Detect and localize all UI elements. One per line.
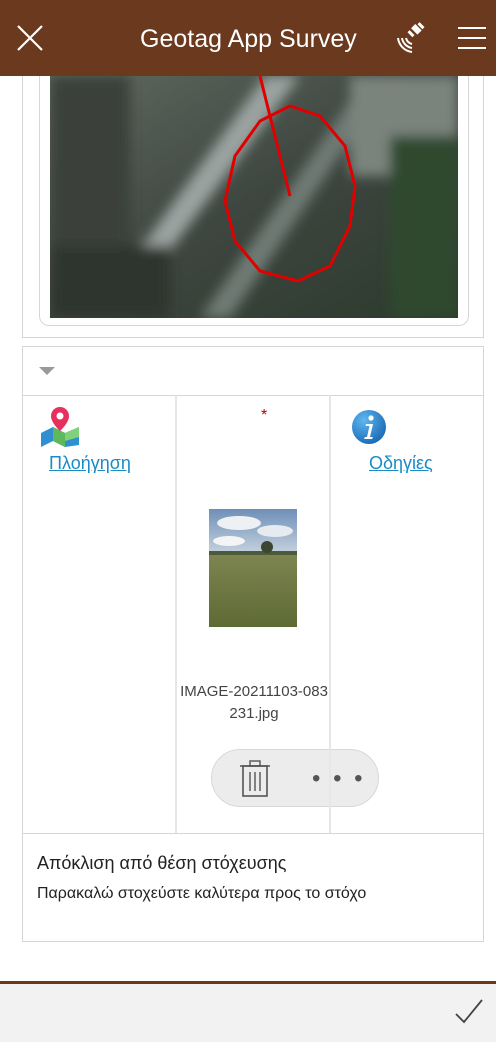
camera-preview-image — [50, 76, 458, 318]
required-marker: * — [261, 407, 268, 424]
field-photo-image — [209, 509, 297, 627]
satellite-gps-icon[interactable] — [396, 20, 430, 54]
info-icon[interactable] — [351, 409, 387, 445]
survey-grid-card: Πλοήγηση * IMAGE-20211103-083 231.jpg • … — [22, 346, 484, 942]
camera-preview — [50, 76, 458, 318]
app-title: Geotag App Survey — [140, 25, 357, 53]
map-pin-icon[interactable] — [39, 405, 81, 447]
validation-body: Παρακαλώ στοχεύστε καλύτερα προς το στόχ… — [37, 885, 367, 902]
hamburger-menu-icon[interactable] — [458, 26, 486, 50]
collapse-group-toggle[interactable] — [23, 347, 483, 396]
validation-message: Απόκλιση από θέση στόχευσης Παρακαλώ στο… — [23, 833, 483, 906]
close-icon[interactable] — [14, 22, 46, 54]
attachment-filename: IMAGE-20211103-083 231.jpg — [177, 681, 331, 725]
app-toolbar: Geotag App Survey — [0, 0, 496, 76]
attachment-thumbnail[interactable] — [209, 509, 297, 627]
validation-title: Απόκλιση από θέση στόχευσης — [37, 853, 287, 873]
navigation-link[interactable]: Πλοήγηση — [49, 453, 131, 474]
navigation-cell: Πλοήγηση — [23, 395, 177, 833]
footer-bar — [0, 984, 496, 1042]
instructions-cell: Οδηγίες — [331, 395, 483, 833]
attachment-filename-line1: IMAGE-20211103-083 — [180, 683, 328, 700]
photo-attachment-cell: * IMAGE-20211103-083 231.jpg • • • — [177, 395, 379, 833]
trash-icon[interactable] — [240, 760, 270, 798]
instructions-link[interactable]: Οδηγίες — [369, 453, 433, 474]
checkmark-icon[interactable] — [452, 994, 486, 1028]
chevron-down-icon[interactable] — [39, 367, 55, 375]
attachment-filename-line2: 231.jpg — [229, 705, 279, 722]
